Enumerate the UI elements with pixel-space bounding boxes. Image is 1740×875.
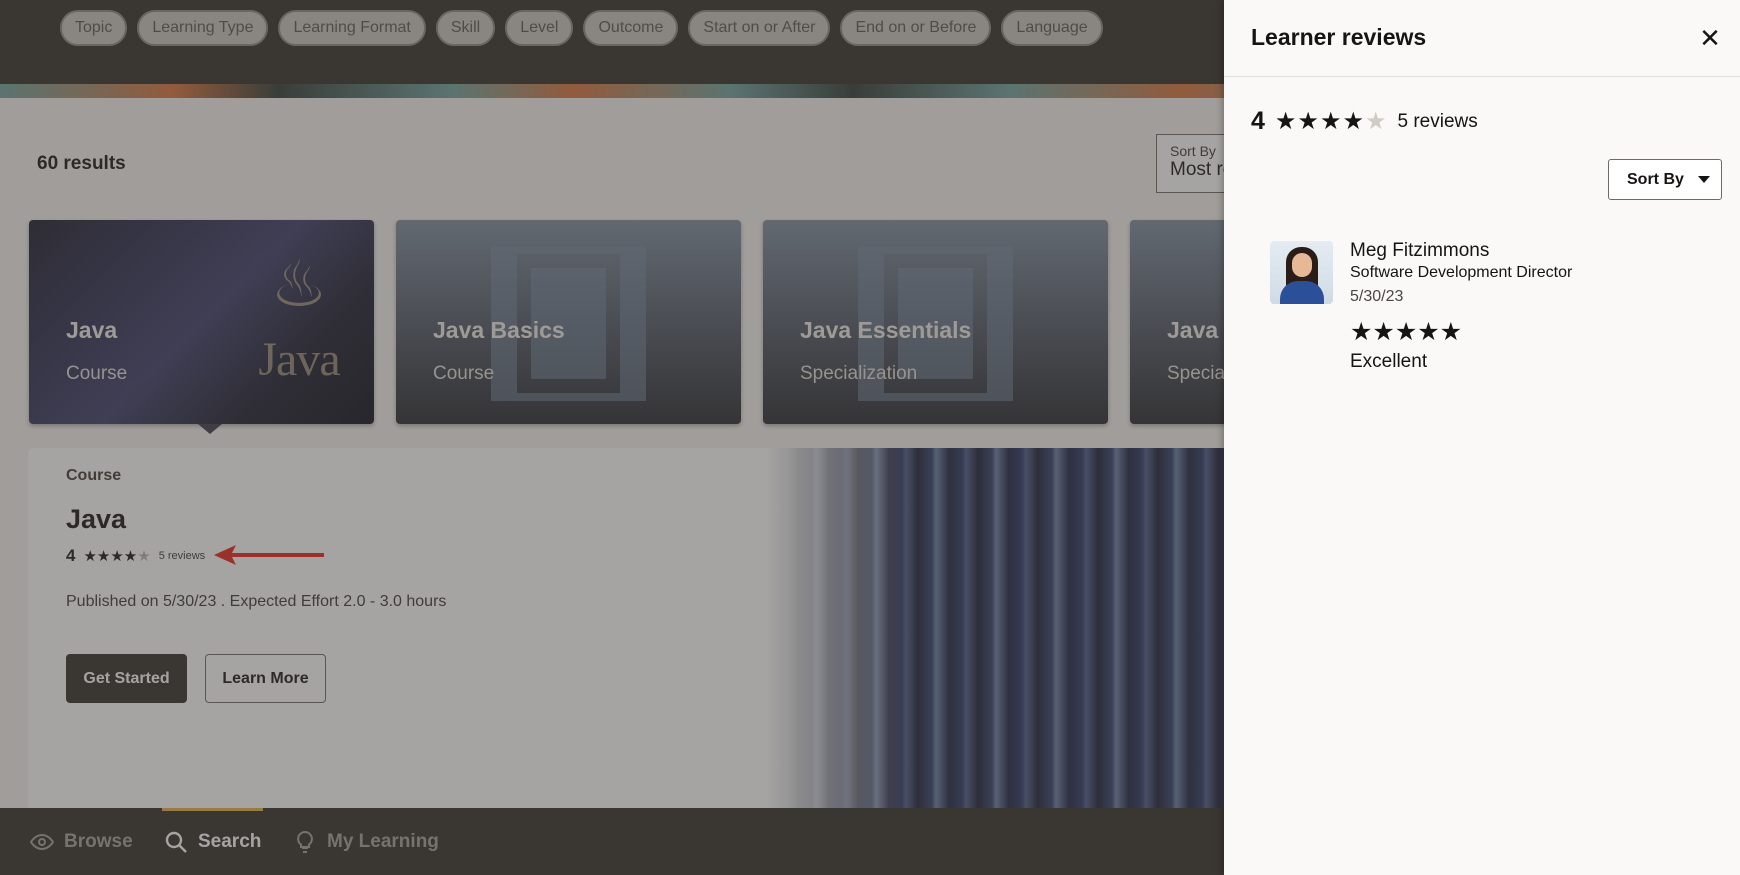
rating-summary-count: 5 reviews xyxy=(1397,110,1478,132)
close-icon[interactable]: ✕ xyxy=(1697,25,1723,51)
reviews-sort-button[interactable]: Sort By xyxy=(1608,159,1722,200)
caret-down-icon xyxy=(1697,176,1710,183)
review-star-rating: ★★★★★ xyxy=(1350,318,1463,346)
rating-summary-stars: ★★★★★ xyxy=(1274,108,1388,135)
learner-reviews-drawer: Learner reviews ✕ 4 ★★★★★ 5 reviews Sort… xyxy=(1224,0,1740,875)
drawer-title: Learner reviews xyxy=(1251,24,1427,50)
avatar xyxy=(1270,241,1333,304)
modal-scrim[interactable] xyxy=(0,0,1224,875)
reviewer-name: Meg Fitzimmons xyxy=(1350,240,1490,261)
drawer-header: Learner reviews ✕ xyxy=(1224,0,1740,77)
reviews-sort-label: Sort By xyxy=(1627,170,1684,188)
review-date: 5/30/23 xyxy=(1350,288,1404,305)
review-text: Excellent xyxy=(1350,351,1428,372)
rating-summary-value: 4 xyxy=(1251,107,1265,135)
reviewer-role: Software Development Director xyxy=(1350,264,1573,281)
rating-summary: 4 ★★★★★ 5 reviews xyxy=(1251,107,1478,136)
